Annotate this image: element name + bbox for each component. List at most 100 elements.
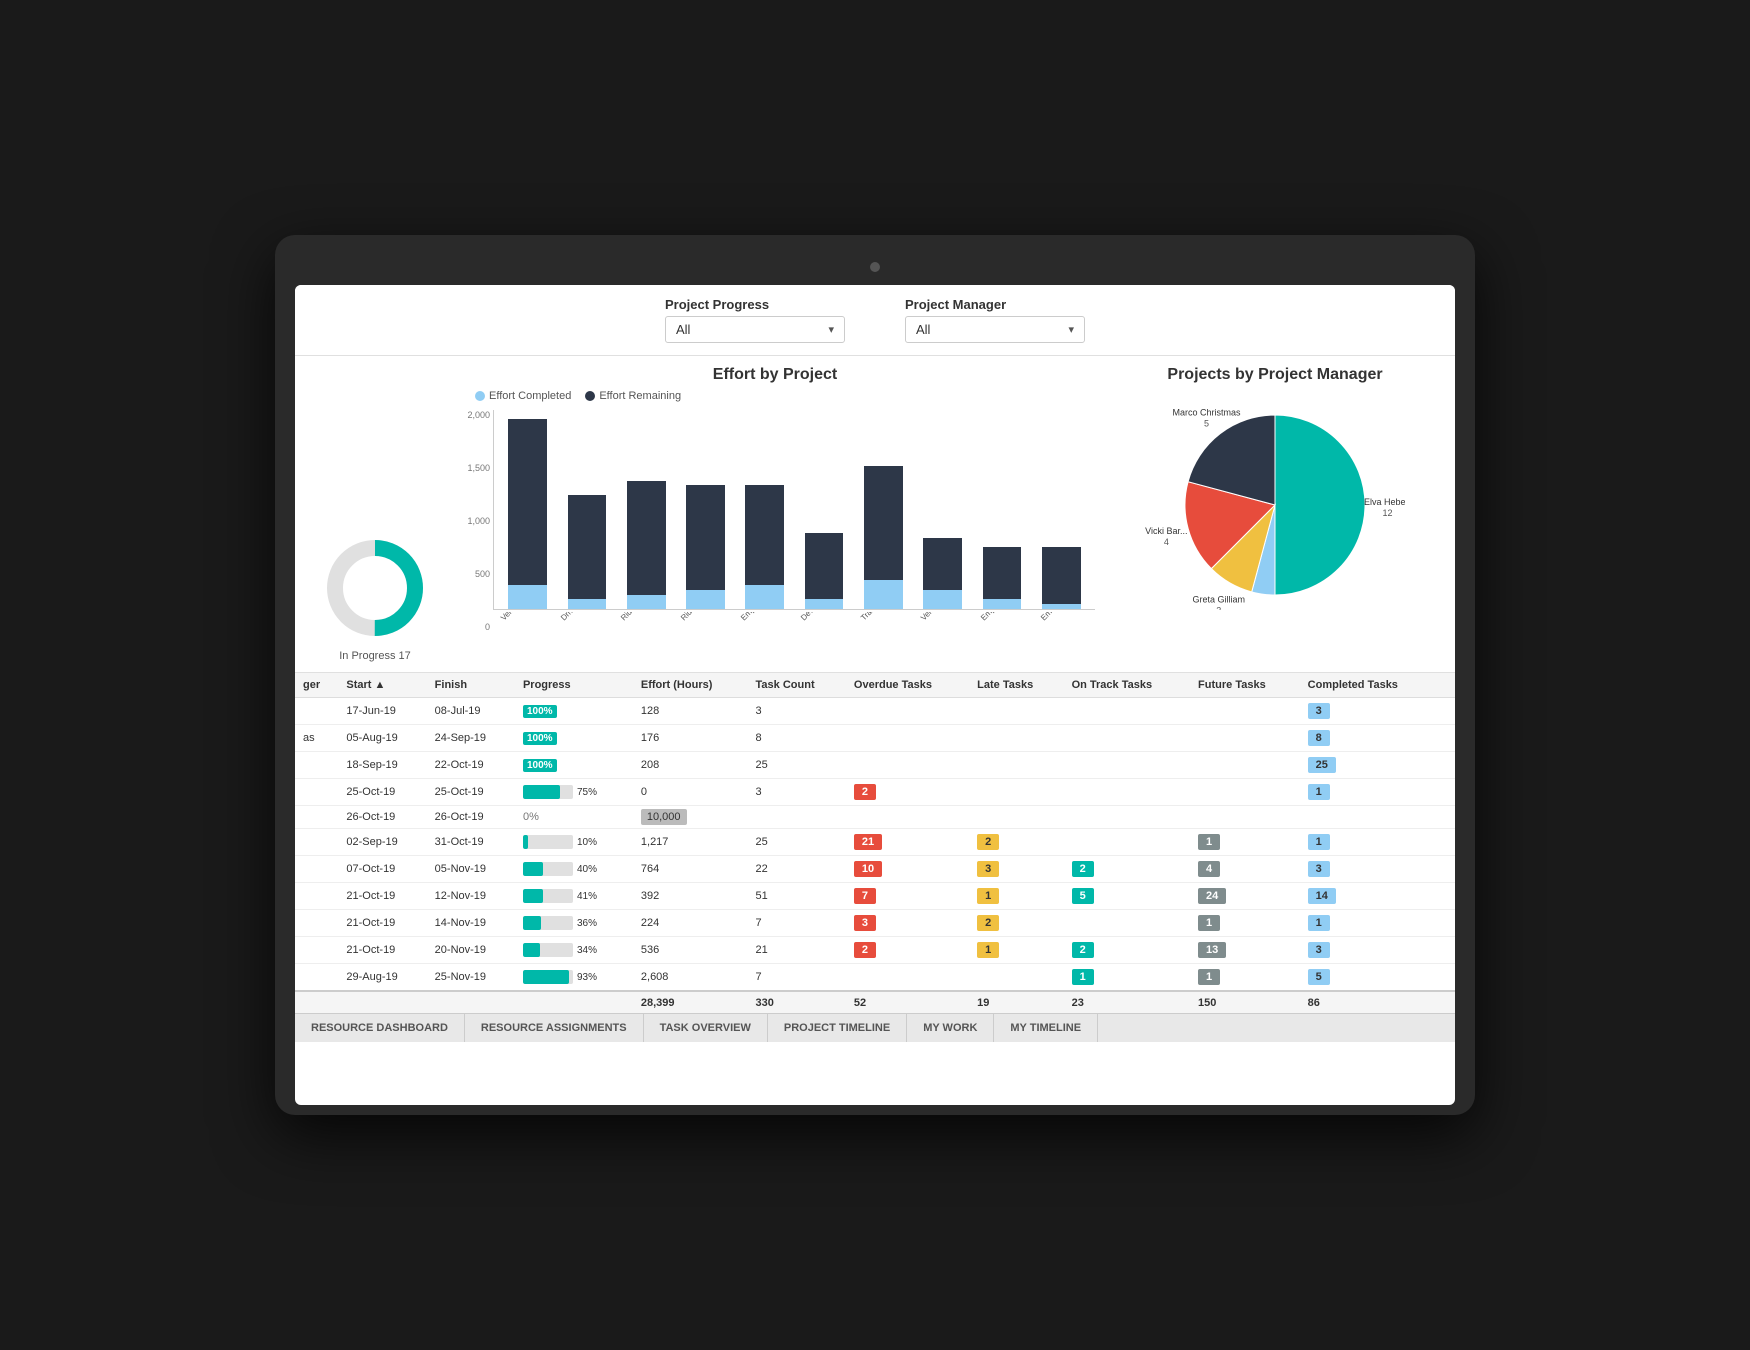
overdue-cell: 3 (846, 910, 969, 937)
table-cell: 764 (633, 856, 748, 883)
progress-badge: 100% (523, 759, 557, 772)
pie-value-5: 5 (1204, 419, 1209, 429)
table-row: as05-Aug-1924-Sep-19100%17688 (295, 725, 1455, 752)
th-progress[interactable]: Progress (515, 673, 633, 698)
on-track-cell (1064, 779, 1190, 806)
project-table: ger Start ▲ Finish Progress Effort (Hour… (295, 673, 1455, 1013)
th-effort[interactable]: Effort (Hours) (633, 673, 748, 698)
project-manager-select[interactable]: All ▾ (905, 316, 1085, 343)
progress-bar-fill (523, 862, 543, 876)
future-cell (1190, 752, 1300, 779)
th-start[interactable]: Start ▲ (338, 673, 426, 698)
laptop-frame: Project Progress All ▾ Project Manager A… (275, 235, 1475, 1115)
bar-remaining (745, 485, 784, 585)
bar-remaining (805, 533, 844, 599)
table-cell: 7 (748, 910, 846, 937)
table-cell (1439, 752, 1455, 779)
th-on-track[interactable]: On Track Tasks (1064, 673, 1190, 698)
table-cell: 22-Oct-19 (427, 752, 515, 779)
bar-completed (805, 599, 844, 609)
table-wrapper[interactable]: ger Start ▲ Finish Progress Effort (Hour… (295, 673, 1455, 1013)
on-track-cell: 5 (1064, 883, 1190, 910)
table-cell (1439, 829, 1455, 856)
table-cell: 25 (748, 752, 846, 779)
bar-completed (508, 585, 547, 609)
table-row: 18-Sep-1922-Oct-19100%2082525 (295, 752, 1455, 779)
tab-my-timeline[interactable]: MY TIMELINE (994, 1014, 1098, 1042)
tab-resource-assignments[interactable]: RESOURCE ASSIGNMENTS (465, 1014, 644, 1042)
progress-percent: 40% (577, 864, 597, 875)
on-track-cell (1064, 725, 1190, 752)
table-row: 07-Oct-1905-Nov-19 40% 76422103243 (295, 856, 1455, 883)
totals-row: 28,399 330 52 19 23 150 86 (295, 991, 1455, 1013)
overdue-cell: 21 (846, 829, 969, 856)
table-cell: 29-Aug-19 (338, 964, 426, 992)
th-future[interactable]: Future Tasks (1190, 673, 1300, 698)
effort-by-project-chart: Effort by Project Effort Completed Effor… (455, 366, 1095, 662)
completed-cell (1300, 806, 1439, 829)
progress-percent: 41% (577, 891, 597, 902)
progress-cell: 40% (515, 856, 633, 883)
bar-group (559, 495, 614, 609)
future-badge: 1 (1198, 969, 1220, 985)
bottom-tabs-container: RESOURCE DASHBOARDRESOURCE ASSIGNMENTSTA… (295, 1014, 1098, 1042)
table-cell: 25-Nov-19 (427, 964, 515, 992)
total-completed: 86 (1300, 991, 1439, 1013)
completed-cell: 3 (1300, 937, 1439, 964)
bar-group (915, 538, 970, 609)
y-label-0: 0 (455, 622, 490, 632)
table-cell: 25-Oct-19 (338, 779, 426, 806)
pie-value-2: 2 (1216, 605, 1221, 610)
bar-remaining (686, 485, 725, 590)
total-task-count: 330 (748, 991, 846, 1013)
tab-task-overview[interactable]: TASK OVERVIEW (644, 1014, 768, 1042)
total-overdue: 52 (846, 991, 969, 1013)
progress-percent: 10% (577, 837, 597, 848)
late-cell (969, 806, 1063, 829)
bar-completed (923, 590, 962, 609)
progress-bar-cell: 36% (523, 916, 625, 930)
table-cell: 25-Oct-19 (427, 779, 515, 806)
total-on-track: 23 (1064, 991, 1190, 1013)
total-effort: 28,399 (633, 991, 748, 1013)
table-cell: 05-Nov-19 (427, 856, 515, 883)
table-cell: 02-Sep-19 (338, 829, 426, 856)
bar-group (500, 419, 555, 609)
tab-my-work[interactable]: MY WORK (907, 1014, 994, 1042)
overdue-badge: 2 (854, 784, 876, 800)
overdue-badge: 7 (854, 888, 876, 904)
table-cell: 2,608 (633, 964, 748, 992)
table-cell (1439, 806, 1455, 829)
th-task-count[interactable]: Task Count (748, 673, 846, 698)
future-badge: 1 (1198, 834, 1220, 850)
project-progress-select[interactable]: All ▾ (665, 316, 845, 343)
progress-zero: 0% (523, 811, 539, 823)
bar-x-labels: Vendor Onboa...Driver awareness traini..… (493, 612, 1095, 662)
overdue-cell (846, 752, 969, 779)
th-overdue[interactable]: Overdue Tasks (846, 673, 969, 698)
table-cell: 21-Oct-19 (338, 937, 426, 964)
bar-completed (686, 590, 725, 609)
progress-bar-cell: 34% (523, 943, 625, 957)
on-track-badge: 1 (1072, 969, 1094, 985)
completed-cell: 5 (1300, 964, 1439, 992)
th-late[interactable]: Late Tasks (969, 673, 1063, 698)
pie-label-kasey-banks: Kasey Banks (1234, 609, 1287, 610)
th-finish[interactable]: Finish (427, 673, 515, 698)
bottom-tabs: RESOURCE DASHBOARDRESOURCE ASSIGNMENTSTA… (295, 1013, 1455, 1042)
th-completed[interactable]: Completed Tasks (1300, 673, 1439, 698)
table-cell (1439, 937, 1455, 964)
on-track-cell (1064, 806, 1190, 829)
table-cell: 21-Oct-19 (338, 910, 426, 937)
late-cell: 2 (969, 910, 1063, 937)
completed-cell: 1 (1300, 829, 1439, 856)
pie-label-greta-gilliam: Greta Gilliam (1192, 594, 1245, 604)
bar-completed (983, 599, 1022, 609)
completed-cell: 1 (1300, 779, 1439, 806)
bar-x-label: Email Campaign for Rid... (1039, 612, 1095, 649)
table-cell: 176 (633, 725, 748, 752)
completed-badge: 1 (1308, 834, 1330, 850)
progress-bar-cell: 41% (523, 889, 625, 903)
tab-project-timeline[interactable]: PROJECT TIMELINE (768, 1014, 907, 1042)
tab-resource-dashboard[interactable]: RESOURCE DASHBOARD (295, 1014, 465, 1042)
